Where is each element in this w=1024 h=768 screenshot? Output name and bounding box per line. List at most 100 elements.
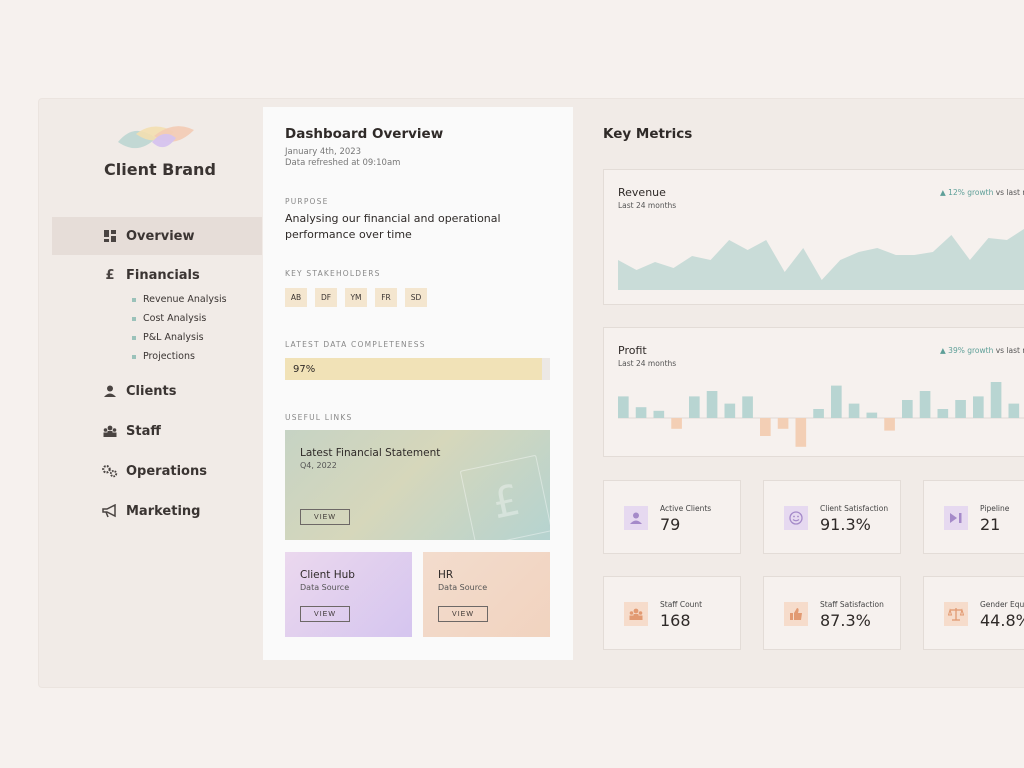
nav-financials[interactable]: £ Financials [52, 256, 262, 294]
metric-card-gender-equ[interactable]: Gender Equ 44.8% [923, 576, 1024, 650]
links-label: USEFUL LINKS [285, 413, 353, 422]
metric-card-staff-satisfaction[interactable]: Staff Satisfaction 87.3% [763, 576, 901, 650]
profit-bar [795, 418, 807, 447]
group-icon [102, 423, 118, 439]
nav-clients[interactable]: Clients [52, 372, 262, 410]
profit-bar [777, 418, 789, 429]
metric-label: Pipeline [980, 504, 1010, 513]
profit-bar [813, 409, 824, 418]
stakeholder-chip[interactable]: FR [375, 288, 397, 307]
pipeline-icon [944, 506, 968, 530]
revenue-area-series [618, 228, 1024, 290]
metric-value: 79 [660, 515, 681, 534]
profit-bar [955, 400, 966, 418]
stakeholders-label: KEY STAKEHOLDERS [285, 269, 381, 278]
megaphone-icon [102, 503, 118, 519]
brand-name: Client Brand [104, 160, 216, 179]
subnav-cost-analysis[interactable]: Cost Analysis [132, 309, 227, 328]
profit-bar [724, 403, 736, 418]
person-icon [624, 506, 648, 530]
nav-marketing[interactable]: Marketing [52, 492, 262, 530]
completeness-label: LATEST DATA COMPLETENESS [285, 340, 426, 349]
metric-label: Client Satisfaction [820, 504, 889, 513]
subnav-revenue-analysis[interactable]: Revenue Analysis [132, 290, 227, 309]
link-card-client-hub[interactable]: Client Hub Data Source VIEW [285, 552, 412, 637]
stakeholder-chip[interactable]: YM [345, 288, 367, 307]
profit-chart-card: Profit Last 24 months ▲ 39% growth vs la… [603, 327, 1024, 457]
profit-bar [706, 391, 718, 418]
pound-icon: £ [105, 267, 115, 283]
key-metrics-title: Key Metrics [603, 126, 693, 142]
card-subtitle: Data Source [438, 583, 488, 592]
nav-overview[interactable]: Overview [52, 217, 262, 255]
profit-bar [618, 396, 629, 418]
subnav-pl-analysis[interactable]: P&L Analysis [132, 328, 227, 347]
nav-operations[interactable]: Operations [52, 452, 262, 490]
profit-bar [973, 396, 984, 418]
nav-label: Clients [126, 383, 177, 399]
subnav-projections[interactable]: Projections [132, 347, 227, 366]
profit-bar [653, 410, 665, 418]
card-title: HR [438, 569, 454, 581]
refresh-status: Data refreshed at 09:10am [285, 158, 401, 168]
metric-label: Staff Satisfaction [820, 600, 884, 609]
revenue-chart-card: Revenue Last 24 months ▲ 12% growth vs l… [603, 169, 1024, 305]
bullet-icon [132, 354, 136, 359]
profit-bar [760, 418, 771, 436]
link-card-hr[interactable]: HR Data Source VIEW [423, 552, 550, 637]
metric-card-client-satisfaction[interactable]: Client Satisfaction 91.3% [763, 480, 901, 554]
profit-bar [866, 412, 878, 418]
profit-bar [990, 382, 1002, 418]
nav-label: Marketing [126, 503, 201, 519]
subnav-label: Projections [143, 351, 195, 362]
stakeholder-chip[interactable]: SD [405, 288, 427, 307]
revenue-area-chart [618, 228, 1024, 290]
link-card-financial-statement[interactable]: £ Latest Financial Statement Q4, 2022 VI… [285, 430, 550, 540]
profit-bar [689, 396, 700, 418]
subnav-label: Cost Analysis [143, 313, 207, 324]
view-button[interactable]: VIEW [300, 509, 350, 525]
profit-bar [902, 400, 913, 418]
purpose-label: PURPOSE [285, 197, 329, 206]
progress-fill: 97% [285, 358, 543, 380]
nav-label: Financials [126, 267, 200, 283]
profit-bar [831, 385, 842, 418]
profit-bar-chart [618, 382, 1024, 447]
nav-label: Overview [126, 228, 195, 244]
profit-bar [884, 418, 895, 431]
subnav-label: Revenue Analysis [143, 294, 227, 305]
nav-staff[interactable]: Staff [52, 412, 262, 450]
metric-card-staff-count[interactable]: Staff Count 168 [603, 576, 741, 650]
brand-logo [118, 126, 194, 149]
subnav-label: P&L Analysis [143, 332, 204, 343]
metric-value: 91.3% [820, 515, 871, 534]
metric-card-pipeline[interactable]: Pipeline 21 [923, 480, 1024, 554]
stakeholder-list: AB DF YM FR SD [285, 288, 427, 307]
stakeholder-chip[interactable]: DF [315, 288, 337, 307]
profit-bar [937, 409, 949, 418]
card-title: Latest Financial Statement [300, 447, 441, 459]
profit-bar [848, 403, 860, 418]
bullet-icon [132, 297, 136, 302]
view-button[interactable]: VIEW [300, 606, 350, 622]
metric-value: 87.3% [820, 611, 871, 630]
person-icon [102, 383, 118, 399]
metric-label: Active Clients [660, 504, 712, 513]
profit-bar [635, 407, 647, 418]
sidebar: Client Brand Overview £ Financials Reven… [52, 108, 262, 668]
view-button[interactable]: VIEW [438, 606, 488, 622]
metric-value: 21 [980, 515, 1001, 534]
overview-panel: Dashboard Overview January 4th, 2023 Dat… [263, 107, 573, 660]
page-title: Dashboard Overview [285, 126, 444, 142]
metric-value: 44.8% [980, 611, 1024, 630]
metric-label: Gender Equ [980, 600, 1024, 609]
completeness-value: 97% [293, 363, 316, 375]
stakeholder-chip[interactable]: AB [285, 288, 307, 307]
metric-card-active-clients[interactable]: Active Clients 79 [603, 480, 741, 554]
overview-date: January 4th, 2023 [285, 147, 362, 157]
gears-icon [102, 463, 118, 479]
completeness-progress-bar: 97% [285, 358, 550, 380]
pound-watermark-icon: £ [459, 454, 550, 540]
profit-bar [1008, 403, 1020, 418]
smiley-icon [784, 506, 808, 530]
